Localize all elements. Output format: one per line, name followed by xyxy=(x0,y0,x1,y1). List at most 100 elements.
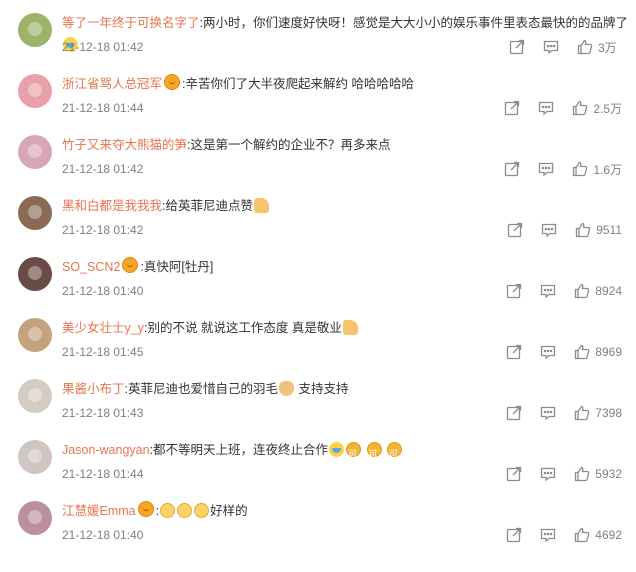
like-icon[interactable] xyxy=(572,161,588,177)
avatar-face xyxy=(28,266,42,280)
comment-timestamp: 21-12-18 01:40 xyxy=(62,284,144,298)
share-icon[interactable] xyxy=(506,466,522,482)
avatar[interactable] xyxy=(18,74,52,108)
avatar[interactable] xyxy=(18,501,52,535)
comment-item: 果酱小布丁:英菲尼迪也爱惜自己的羽毛 支持支持 21-12-18 01:43 739… xyxy=(0,368,636,429)
like-icon[interactable] xyxy=(574,527,590,543)
username-link[interactable]: Jason-wangyan xyxy=(62,443,150,457)
comment-icon[interactable] xyxy=(540,405,556,421)
like-count: 8924 xyxy=(595,284,622,298)
comment-item: 美少女壮士y_y:别的不说 就说这工作态度 真是敬业 21-12-18 01:45… xyxy=(0,307,636,368)
avatar-face xyxy=(28,144,42,158)
like-count: 9511 xyxy=(596,223,622,237)
like-icon[interactable] xyxy=(574,283,590,299)
comment-icon[interactable] xyxy=(540,344,556,360)
comment-icon[interactable] xyxy=(540,283,556,299)
username-link[interactable]: 江慧媛Emma xyxy=(62,504,136,518)
comment-timestamp: 21-12-18 01:42 xyxy=(62,40,144,54)
comment-item: 竹子又来夺大熊猫的笋:这是第一个解约的企业不？再多来点 21-12-18 01:4… xyxy=(0,124,636,185)
comment-text: 两小时，你们速度好快呀！感觉是大大小小的娱乐事件里表态最快的的品牌了 xyxy=(203,16,629,30)
username-link[interactable]: 竹子又来夺大熊猫的笋 xyxy=(62,138,187,152)
comment-text: 这是第一个解约的企业不？再多来点 xyxy=(190,138,391,152)
like-count: 5932 xyxy=(595,467,622,481)
share-icon[interactable] xyxy=(506,405,522,421)
avatar[interactable] xyxy=(18,257,52,291)
share-icon[interactable] xyxy=(506,344,522,360)
avatar-face xyxy=(28,205,42,219)
comment-body: 江慧媛Emma: 好样的 xyxy=(62,500,632,522)
comment-text: 辛苦你们了大半夜爬起来解约 哈哈哈哈哈 xyxy=(185,77,414,91)
comment-body: 果酱小布丁:英菲尼迪也爱惜自己的羽毛 支持支持 xyxy=(62,378,632,400)
like-icon[interactable] xyxy=(574,405,590,421)
comment-item: 等了一年终于可换名字了:两小时，你们速度好快呀！感觉是大大小小的娱乐事件里表态最… xyxy=(0,2,636,63)
comment-actions: 3万 xyxy=(491,37,622,57)
comment-item: SO_SCN2:真快阿[牡丹] 21-12-18 01:40 8924 xyxy=(0,246,636,307)
comment-body: 浙江省骂人总冠军:辛苦你们了大半夜爬起来解约 哈哈哈哈哈 xyxy=(62,73,632,95)
avatar[interactable] xyxy=(18,196,52,230)
comment-actions: 5932 xyxy=(488,464,622,484)
like-icon[interactable] xyxy=(574,344,590,360)
comment-icon[interactable] xyxy=(540,466,556,482)
avatar-face xyxy=(28,388,42,402)
share-icon[interactable] xyxy=(506,283,522,299)
like-icon[interactable] xyxy=(574,466,590,482)
comment-body: 竹子又来夺大熊猫的笋:这是第一个解约的企业不？再多来点 xyxy=(62,134,632,156)
share-icon[interactable] xyxy=(509,39,525,55)
thumb-emoji-icon xyxy=(342,320,358,335)
comment-list: 等了一年终于可换名字了: 两小时，你们速度好快呀！感觉是大大小小的娱乐事件里表态最… xyxy=(0,0,636,572)
like-count: 7398 xyxy=(595,406,622,420)
comment-text: 好样的 xyxy=(210,504,248,518)
like-icon[interactable] xyxy=(572,100,588,116)
avatar[interactable] xyxy=(18,135,52,169)
comment-icon[interactable] xyxy=(541,222,557,238)
comment-text: 支持支持 xyxy=(295,382,349,396)
like-icon[interactable] xyxy=(577,39,593,55)
comment-actions: 2.5万 xyxy=(486,98,622,118)
comment-actions: 7398 xyxy=(488,403,622,423)
avatar[interactable] xyxy=(18,13,52,47)
comment-actions: 4692 xyxy=(488,525,622,545)
share-icon[interactable] xyxy=(506,527,522,543)
username-link[interactable]: 美少女壮士y_y xyxy=(62,321,144,335)
comment-actions: 1.6万 xyxy=(486,159,622,179)
share-icon[interactable] xyxy=(507,222,523,238)
comment-text: 都不等明天上班，连夜终止合作 xyxy=(153,443,329,457)
comment-timestamp: 21-12-18 01:44 xyxy=(62,101,144,115)
avatar[interactable] xyxy=(18,440,52,474)
kid-emoji-icon xyxy=(160,503,176,518)
comment-icon[interactable] xyxy=(540,527,556,543)
like-count: 2.5万 xyxy=(593,101,622,116)
comment-item: 江慧媛Emma: 好样的 21-12-18 01:40 4692 xyxy=(0,490,636,551)
avatar[interactable] xyxy=(18,379,52,413)
comment-text xyxy=(383,443,386,457)
cat-emoji-icon xyxy=(279,381,295,396)
avatar-face xyxy=(28,22,42,36)
comment-item: Jason-wangyan:都不等明天上班，连夜终止合作 21-12-18 01… xyxy=(0,429,636,490)
comment-body: SO_SCN2:真快阿[牡丹] xyxy=(62,256,632,278)
share-icon[interactable] xyxy=(504,100,520,116)
comment-icon[interactable] xyxy=(543,39,559,55)
comment-icon[interactable] xyxy=(538,100,554,116)
username-link[interactable]: SO_SCN2 xyxy=(62,260,120,274)
comment-icon[interactable] xyxy=(538,161,554,177)
member-badge-icon xyxy=(164,74,181,90)
like-icon[interactable] xyxy=(575,222,591,238)
coin-emoji-icon xyxy=(366,442,382,465)
comment-body: 黑和白都是我我我:给英菲尼迪点赞 xyxy=(62,195,632,217)
username-link[interactable]: 等了一年终于可换名字了 xyxy=(62,16,200,30)
comment-actions: 8924 xyxy=(488,281,622,301)
comment-actions: 9511 xyxy=(489,220,622,240)
comment-text: 给英菲尼迪点赞 xyxy=(165,199,254,213)
username-link[interactable]: 浙江省骂人总冠军 xyxy=(62,77,162,91)
username-link[interactable]: 黑和白都是我我我 xyxy=(62,199,162,213)
avatar-face xyxy=(28,83,42,97)
comment-timestamp: 21-12-18 01:42 xyxy=(62,162,144,176)
colon: : xyxy=(155,504,160,518)
comment-text: 真快阿[牡丹] xyxy=(143,260,214,274)
laugh-emoji-icon xyxy=(329,442,345,457)
avatar[interactable] xyxy=(18,318,52,352)
comment-item: 黑和白都是我我我:给英菲尼迪点赞 21-12-18 01:42 9511 xyxy=(0,185,636,246)
member-badge-icon xyxy=(137,501,154,517)
username-link[interactable]: 果酱小布丁 xyxy=(62,382,125,396)
share-icon[interactable] xyxy=(504,161,520,177)
